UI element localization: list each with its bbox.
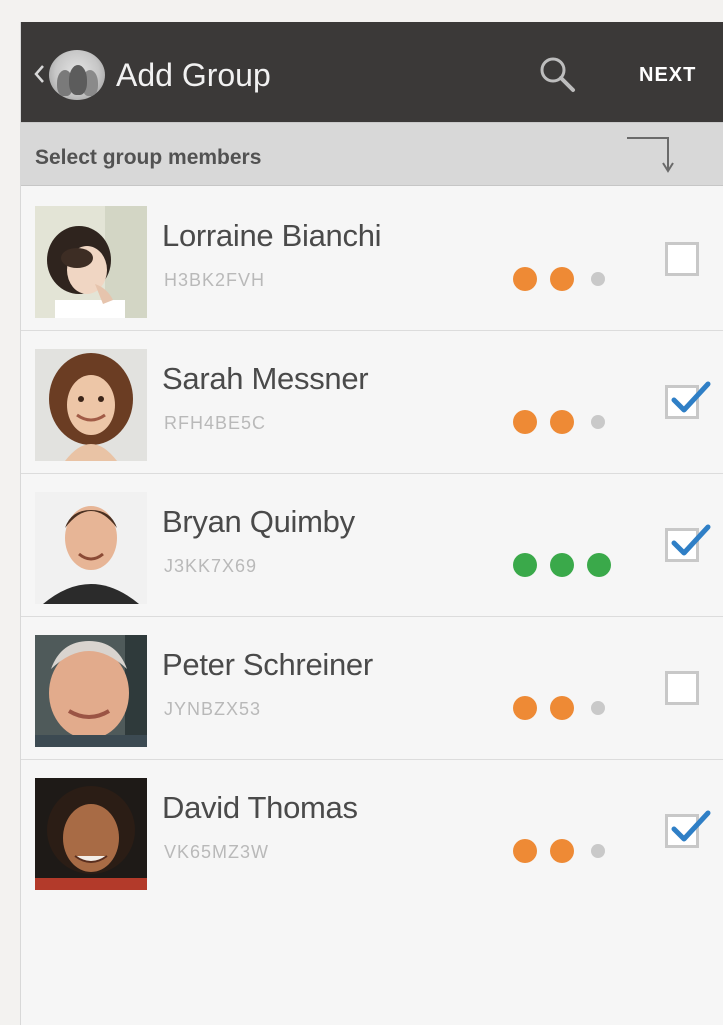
member-name: Bryan Quimby	[162, 504, 355, 539]
avatar-photo	[35, 635, 147, 747]
member-checkbox[interactable]	[665, 810, 711, 848]
status-dots	[513, 407, 623, 437]
avatar-photo	[35, 492, 147, 604]
section-label: Select group members	[35, 146, 262, 169]
avatar	[35, 778, 147, 890]
avatar	[35, 206, 147, 318]
status-dot	[591, 415, 605, 429]
avatar	[35, 635, 147, 747]
page-title: Add Group	[116, 57, 271, 93]
avatar	[35, 349, 147, 461]
status-dot	[550, 696, 574, 720]
member-code: J3KK7X69	[164, 556, 258, 576]
member-code: JYNBZX53	[164, 699, 262, 719]
status-dot	[513, 553, 537, 577]
status-dot	[513, 410, 537, 434]
status-dot	[587, 553, 611, 577]
member-checkbox[interactable]	[665, 671, 699, 705]
status-dot	[513, 696, 537, 720]
member-name: Sarah Messner	[162, 361, 369, 396]
member-name: Lorraine Bianchi	[162, 218, 382, 253]
avatar	[35, 492, 147, 604]
back-icon[interactable]	[31, 62, 49, 86]
status-dot	[513, 839, 537, 863]
phone-screen: Add Group NEXT Select group members Lorr…	[20, 22, 723, 1025]
member-code: RFH4BE5C	[164, 413, 267, 433]
status-dots	[513, 264, 623, 294]
member-code: H3BK2FVH	[164, 270, 266, 290]
sort-icon[interactable]	[621, 129, 681, 179]
checkmark-icon	[671, 524, 711, 556]
checkmark-icon	[671, 810, 711, 842]
action-bar: Add Group NEXT	[21, 22, 723, 122]
status-dots	[513, 693, 623, 723]
status-dot	[591, 701, 605, 715]
member-name: Peter Schreiner	[162, 647, 373, 682]
member-name: David Thomas	[162, 790, 358, 825]
member-checkbox[interactable]	[665, 242, 699, 276]
status-dot	[550, 267, 574, 291]
search-icon[interactable]	[535, 52, 579, 96]
section-header: Select group members	[21, 122, 723, 186]
member-row[interactable]: Peter Schreiner JYNBZX53	[21, 617, 723, 760]
member-checkbox[interactable]	[665, 524, 711, 562]
status-dot	[591, 272, 605, 286]
status-dot	[550, 553, 574, 577]
next-button[interactable]: NEXT	[639, 62, 696, 88]
member-row[interactable]: Bryan Quimby J3KK7X69	[21, 474, 723, 617]
status-dot	[550, 839, 574, 863]
app-icon[interactable]	[49, 50, 105, 100]
status-dot	[513, 267, 537, 291]
member-row[interactable]: Lorraine Bianchi H3BK2FVH	[21, 188, 723, 331]
status-dot	[591, 844, 605, 858]
checkmark-icon	[671, 381, 711, 413]
avatar-photo	[35, 206, 147, 318]
avatar-photo	[35, 349, 147, 461]
member-row[interactable]: Sarah Messner RFH4BE5C	[21, 331, 723, 474]
status-dot	[550, 410, 574, 434]
status-dots	[513, 550, 623, 580]
member-code: VK65MZ3W	[164, 842, 270, 862]
avatar-photo	[35, 778, 147, 890]
member-row[interactable]: David Thomas VK65MZ3W	[21, 760, 723, 903]
status-dots	[513, 836, 623, 866]
member-checkbox[interactable]	[665, 381, 711, 419]
